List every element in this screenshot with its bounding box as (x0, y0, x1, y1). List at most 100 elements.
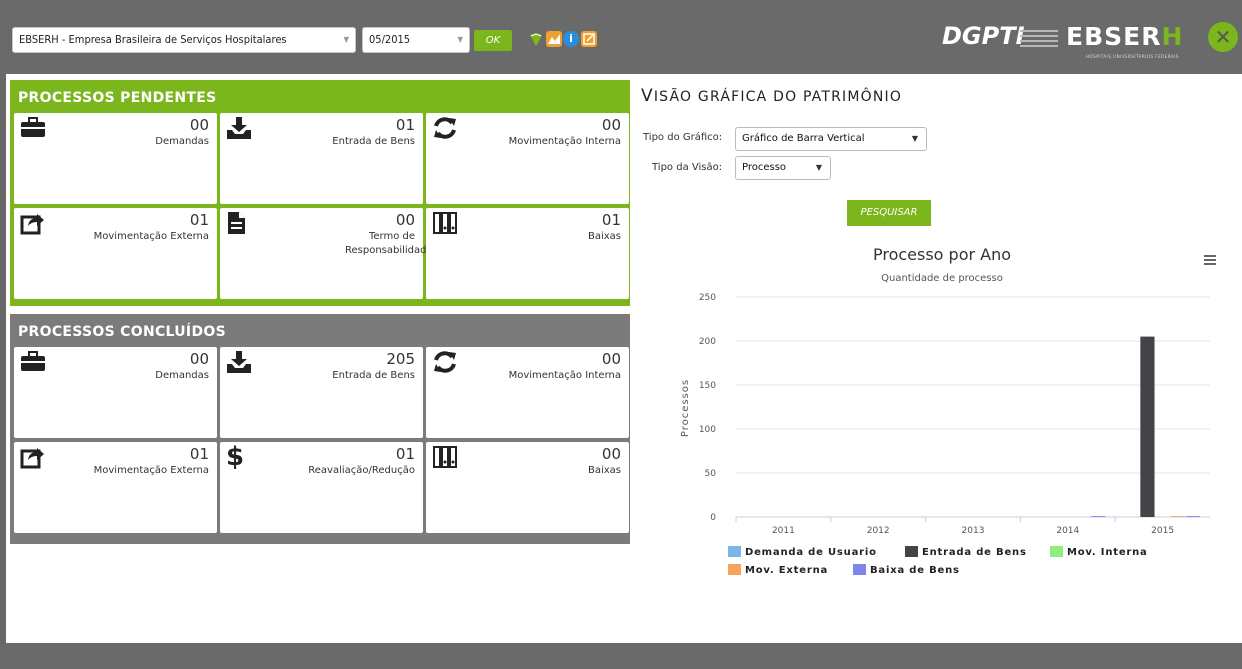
pending-mov-interna-card[interactable]: 00 Movimentação Interna (426, 113, 629, 204)
briefcase-icon (20, 116, 46, 144)
download-tray-icon (226, 350, 252, 380)
period-select[interactable]: 05/2015 ▼ (362, 27, 470, 53)
legend-swatch (728, 546, 741, 557)
organization-select[interactable]: EBSERH - Empresa Brasileira de Serviços … (12, 27, 356, 53)
completed-processes-title: PROCESSOS CONCLUÍDOS (18, 324, 226, 340)
chart-icon[interactable] (546, 31, 562, 47)
completed-baixas-card[interactable]: 00 Baixas (426, 442, 629, 533)
card-label: Entrada de Bens (332, 136, 415, 147)
top-bar: EBSERH - Empresa Brasileira de Serviços … (0, 0, 1242, 74)
y-tick-label: 150 (699, 381, 716, 391)
card-label: Demandas (155, 136, 209, 147)
legend-item[interactable]: Mov. Interna (1067, 547, 1148, 558)
pending-mov-externa-card[interactable]: 01 Movimentação Externa (14, 208, 217, 299)
pending-termo-card[interactable]: 00 Termo de Responsabilidade (220, 208, 433, 299)
x-tick-label: 2015 (1151, 526, 1174, 536)
bar-baixa-de-bens[interactable] (1185, 516, 1201, 517)
completed-mov-interna-card[interactable]: 00 Movimentação Interna (426, 347, 629, 438)
chevron-down-icon: ▼ (815, 163, 822, 172)
process-per-year-chart: Processo por Ano Quantidade de processo … (680, 245, 1216, 576)
chevron-down-icon: ▼ (911, 134, 918, 143)
completed-reavaliacao-card[interactable]: $ 01 Reavaliação/Redução (220, 442, 423, 533)
chart-menu-icon[interactable] (1204, 255, 1216, 265)
chevron-down-icon: ▼ (343, 35, 349, 44)
card-count: 01 (395, 445, 415, 463)
view-type-select[interactable]: Processo ▼ (735, 156, 831, 180)
completed-mov-externa-card[interactable]: 01 Movimentação Externa (14, 442, 217, 533)
card-count: 00 (189, 350, 209, 368)
document-icon (226, 211, 248, 241)
page-title-rest: ISÃO GRÁFICA DO PATRIMÔNIO (653, 89, 903, 105)
ebserh-logo-accent: H (1161, 22, 1184, 51)
info-icon[interactable]: i (563, 31, 579, 47)
legend-item[interactable]: Demanda de Usuario (745, 547, 877, 558)
dollar-icon: $ (226, 442, 245, 472)
legend-item[interactable]: Baixa de Bens (870, 565, 960, 576)
x-tick-label: 2014 (1056, 526, 1079, 536)
card-count: 00 (601, 350, 621, 368)
card-count: 00 (601, 116, 621, 134)
binders-icon (432, 445, 458, 475)
ebserh-subtitle: HOSPITAIS UNIVERSITÁRIOS FEDERAIS (1086, 54, 1179, 59)
y-tick-label: 50 (705, 469, 717, 479)
refresh-icon (432, 350, 458, 380)
card-count: 01 (601, 211, 621, 229)
card-label: Movimentação Externa (93, 231, 209, 242)
share-arrow-icon (20, 445, 46, 475)
legend-swatch (853, 564, 866, 575)
x-tick-label: 2011 (772, 526, 795, 536)
completed-processes-panel: PROCESSOS CONCLUÍDOS 00 Demandas 205 Ent… (10, 314, 630, 544)
y-tick-label: 250 (699, 293, 716, 303)
organization-select-value: EBSERH - Empresa Brasileira de Serviços … (19, 33, 287, 46)
card-label: Demandas (155, 370, 209, 381)
completed-entrada-card[interactable]: 205 Entrada de Bens (220, 347, 423, 438)
pending-demandas-card[interactable]: 00 Demandas (14, 113, 217, 204)
card-label: Movimentação Interna (508, 370, 621, 381)
completed-demandas-card[interactable]: 00 Demandas (14, 347, 217, 438)
card-label: Movimentação Interna (508, 136, 621, 147)
chart-type-select[interactable]: Gráfico de Barra Vertical ▼ (735, 127, 927, 151)
card-label: Reavaliação/Redução (308, 465, 415, 476)
x-tick-label: 2012 (867, 526, 890, 536)
card-label: Baixas (587, 465, 621, 476)
chart-subtitle: Quantidade de processo (881, 273, 1003, 284)
view-type-label: Tipo da Visão: (652, 162, 723, 173)
card-count: 01 (189, 445, 209, 463)
download-tray-icon (226, 116, 252, 146)
card-count: 01 (189, 211, 209, 229)
bar-mov-externa[interactable] (1170, 516, 1185, 517)
card-label: Entrada de Bens (332, 370, 415, 381)
pending-processes-title: PROCESSOS PENDENTES (18, 90, 217, 106)
pending-baixas-card[interactable]: 01 Baixas (426, 208, 629, 299)
card-label: Termo de Responsabilidade (345, 231, 433, 256)
ebserh-logo-main: EBSER (1066, 22, 1162, 51)
search-button[interactable]: PESQUISAR (847, 200, 931, 226)
legend-item[interactable]: Mov. Externa (745, 565, 828, 576)
binders-icon (432, 211, 458, 241)
card-label: Movimentação Externa (93, 465, 209, 476)
legend-item[interactable]: Entrada de Bens (922, 547, 1027, 558)
brazil-map-icon[interactable] (528, 31, 544, 47)
close-icon[interactable]: ✕ (1208, 22, 1238, 52)
pending-entrada-card[interactable]: 01 Entrada de Bens (220, 113, 423, 204)
chart-type-label: Tipo do Gráfico: (643, 132, 723, 143)
page-title: VISÃO GRÁFICA DO PATRIMÔNIO (641, 86, 902, 106)
legend-swatch (728, 564, 741, 575)
bar-entrada-de-bens[interactable] (1140, 336, 1155, 517)
page-title-initial: V (641, 86, 654, 106)
card-count: 01 (395, 116, 415, 134)
x-tick-label: 2013 (962, 526, 985, 536)
share-arrow-icon (20, 211, 46, 241)
ok-button[interactable]: OK (474, 30, 512, 51)
pending-processes-panel: PROCESSOS PENDENTES 00 Demandas 01 Entra… (10, 80, 630, 306)
edit-icon[interactable] (581, 31, 597, 47)
bar-baixa-de-bens[interactable] (1091, 516, 1106, 517)
period-select-value: 05/2015 (369, 33, 411, 46)
chart-type-value: Gráfico de Barra Vertical (742, 133, 865, 144)
refresh-icon (432, 116, 458, 146)
sound-waves-icon (1020, 30, 1058, 48)
legend-swatch (905, 546, 918, 557)
card-count: 00 (601, 445, 621, 463)
card-count: 205 (386, 350, 415, 368)
card-count: 00 (189, 116, 209, 134)
